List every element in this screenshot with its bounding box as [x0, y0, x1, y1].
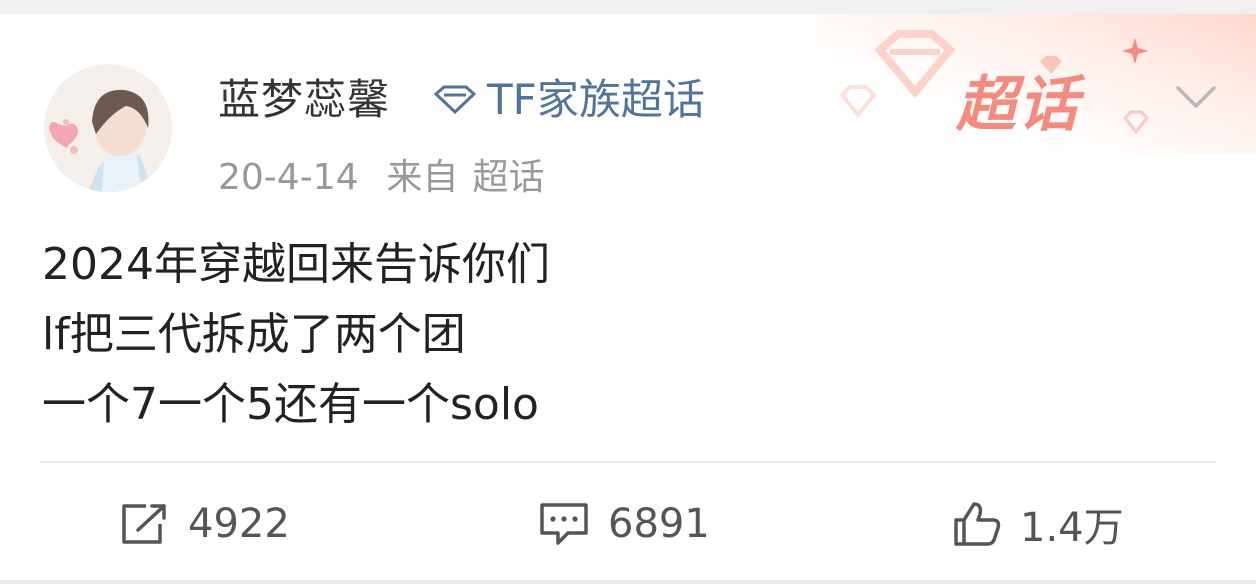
gem-icon	[1122, 110, 1150, 134]
content-line: lf把三代拆成了两个团	[42, 309, 466, 360]
gem-icon	[839, 85, 877, 118]
gem-icon	[874, 30, 956, 98]
avatar-illustration	[44, 64, 172, 192]
comment-button[interactable]: 6891	[538, 494, 710, 554]
diamond-icon	[433, 85, 477, 114]
topic-link[interactable]: TF家族超话	[487, 66, 705, 127]
like-icon	[954, 502, 1001, 546]
divider	[40, 461, 1216, 463]
chaohua-badge-label[interactable]: 超话	[956, 56, 1080, 143]
content-line: 2024年穿越回来告诉你们	[42, 239, 550, 290]
comment-icon	[540, 503, 588, 545]
repost-button[interactable]: 4922	[120, 494, 290, 554]
post-date: 20-4-14	[218, 157, 359, 198]
source-prefix: 来自	[386, 157, 459, 198]
repost-count: 4922	[188, 501, 290, 547]
chevron-down-icon[interactable]	[1170, 76, 1222, 116]
avatar[interactable]	[44, 64, 172, 192]
repost-icon	[122, 504, 166, 544]
post-content: 2024年穿越回来告诉你们 lf把三代拆成了两个团 一个7一个5还有一个solo	[42, 230, 550, 440]
content-line: 一个7一个5还有一个solo	[42, 379, 539, 430]
username[interactable]: 蓝梦蕊馨	[218, 66, 390, 127]
like-count: 1.4万	[1020, 505, 1124, 551]
post-card: 蓝梦蕊馨 TF家族超话 20-4-14 来自 超话 超话 2024年穿越回来告诉你们…	[0, 14, 1256, 580]
separator-strip	[0, 580, 1256, 584]
like-button[interactable]: 1.4万	[952, 494, 1124, 554]
source-name[interactable]: 超话	[473, 157, 545, 198]
comment-count: 6891	[608, 501, 710, 547]
sparkle-icon	[1122, 38, 1148, 64]
post-meta: 20-4-14 来自 超话	[218, 148, 545, 200]
